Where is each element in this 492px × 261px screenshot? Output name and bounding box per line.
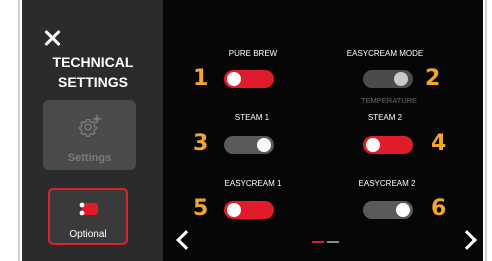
- settings-tile[interactable]: Settings: [43, 100, 136, 170]
- machine-display: TECHNICAL SETTINGS Settings Optional PUR…: [22, 0, 483, 261]
- setting-number-1: 1: [193, 66, 209, 91]
- chevron-right-icon[interactable]: [457, 230, 477, 250]
- setting-number-2: 2: [425, 66, 441, 91]
- setting-number-3: 3: [193, 131, 209, 156]
- setting-number-5: 5: [193, 196, 209, 221]
- page-indicator: [312, 241, 339, 243]
- setting-label-pure-brew: PURE BREW: [228, 49, 278, 58]
- settings-tile-label: Settings: [67, 152, 112, 164]
- page-title-line1: TECHNICAL: [52, 54, 134, 70]
- toggle-steam-2[interactable]: [363, 136, 413, 154]
- toggle-easycream-mode[interactable]: [363, 70, 413, 88]
- optional-tile[interactable]: Optional: [48, 188, 128, 245]
- sidebar: TECHNICAL SETTINGS Settings Optional: [22, 0, 163, 261]
- setting-label-easycream-mode: EASYCREAM MODE: [346, 49, 424, 58]
- toggle-knob: [394, 72, 408, 86]
- toggle-steam-1[interactable]: [224, 136, 274, 154]
- page-title-line2: SETTINGS: [57, 74, 128, 90]
- setting-sublabel-temperature: TEMPERATURE: [360, 96, 418, 105]
- gear-icon: [78, 114, 102, 137]
- screen-bezel-left: [18, 0, 20, 261]
- page-dot-2: [327, 241, 339, 243]
- setting-number-6: 6: [431, 196, 447, 221]
- toggle-pure-brew[interactable]: [224, 70, 274, 88]
- page-dot-1: [312, 241, 324, 243]
- toggle-knob: [257, 138, 271, 152]
- page-title: TECHNICAL SETTINGS: [34, 52, 152, 92]
- setting-label-steam-1: STEAM 1: [234, 113, 270, 122]
- close-icon[interactable]: [44, 30, 60, 46]
- toggle-easycream-1[interactable]: [224, 201, 274, 219]
- toggle-knob: [227, 72, 241, 86]
- setting-number-4: 4: [431, 131, 447, 156]
- optional-tile-label: Optional: [69, 229, 107, 240]
- toggle-easycream-2[interactable]: [363, 201, 413, 219]
- setting-label-easycream-2: EASYCREAM 2: [358, 179, 416, 188]
- chevron-left-icon[interactable]: [176, 230, 196, 250]
- screen-bezel-right: [485, 0, 487, 261]
- setting-label-easycream-1: EASYCREAM 1: [224, 179, 282, 188]
- setting-label-steam-2: STEAM 2: [367, 113, 403, 122]
- toggle-knob: [227, 203, 241, 217]
- toggle-knob: [366, 138, 380, 152]
- toggle-switch-icon: [79, 202, 98, 216]
- toggle-knob: [396, 203, 410, 217]
